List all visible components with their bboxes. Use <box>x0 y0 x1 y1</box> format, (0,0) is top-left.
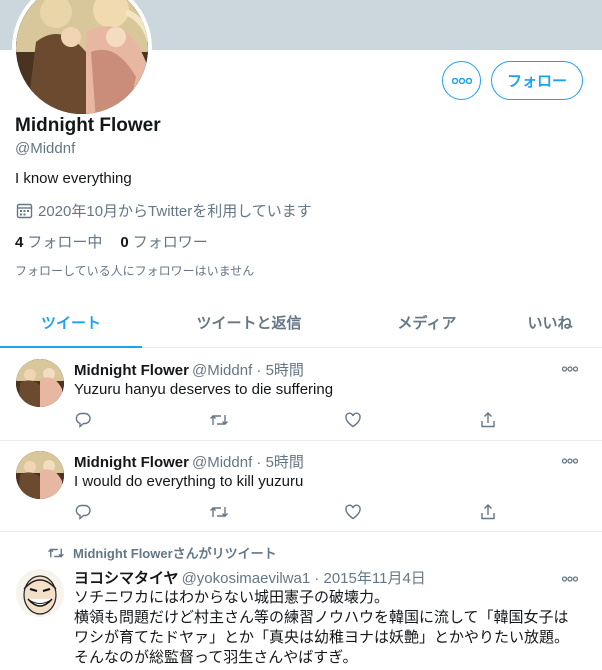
tweet-more-button[interactable] <box>561 359 579 377</box>
tweet-text-line: ソチニワカにはわからない城田憲子の破壊力。 <box>74 589 390 606</box>
tab-tweets-and-replies[interactable]: ツイートと返信 <box>142 298 356 347</box>
tweet-text-line: ワシが育てたドヤァ」とか「真央は幼稚ヨナは妖艶」とかやりたい放題。 <box>74 629 570 646</box>
tweet-meta[interactable]: @yokosimaevilwa1 · 2015年11月4日 <box>182 570 426 587</box>
tweet-more-button[interactable] <box>561 451 579 469</box>
tweet-author-name[interactable]: Midnight Flower <box>74 454 189 471</box>
tweet-author-name[interactable]: Midnight Flower <box>74 362 189 379</box>
like-button[interactable] <box>344 503 479 521</box>
joined-text: 2020年10月からTwitterを利用しています <box>38 203 312 220</box>
more-dots-icon <box>451 77 472 84</box>
tweet-text: ソチニワカにはわからない城田憲子の破壊力。 横領も問題だけど村主さん等の練習ノウ… <box>74 588 584 668</box>
profile-joined: 2020年10月からTwitterを利用しています <box>16 200 312 221</box>
tweet-item[interactable]: Midnight Flower @Middnf · 5時間 Yuzuru hany… <box>0 349 602 441</box>
tab-media[interactable]: メディア <box>356 298 498 347</box>
tweet-header: Midnight Flower @Middnf · 5時間 <box>74 451 304 472</box>
retweet-button[interactable] <box>209 411 344 429</box>
avatar-artwork <box>16 0 148 114</box>
profile-stats: 4 フォロー中 0 フォロワー <box>15 231 208 252</box>
followers-note: フォローしている人にフォロワーはいません <box>15 264 255 278</box>
reply-button[interactable] <box>74 503 209 521</box>
more-dots-icon <box>561 576 579 582</box>
retweet-button[interactable] <box>209 503 344 521</box>
following-label: フォロー中 <box>27 234 103 251</box>
following-count: 4 <box>15 234 24 251</box>
avatar-artwork <box>16 451 64 499</box>
profile-bio: I know everything <box>15 170 132 187</box>
tweet-actions <box>74 503 602 521</box>
followers-label: フォロワー <box>132 234 208 251</box>
retweet-icon <box>48 548 64 557</box>
profile-handle: @Middnf <box>15 140 76 157</box>
tweet-text: I would do everything to kill yuzuru <box>74 473 304 490</box>
more-dots-icon <box>561 366 579 372</box>
more-options-button[interactable] <box>442 61 481 100</box>
tweet-meta[interactable]: @Middnf · 5時間 <box>192 454 304 471</box>
heart-icon <box>345 412 361 428</box>
retweet-label: Midnight Flowerさんがリツイート <box>73 546 277 561</box>
retweet-indicator[interactable]: Midnight Flowerさんがリツイート <box>47 543 277 562</box>
calendar-icon <box>16 203 33 219</box>
following-link[interactable]: 4 フォロー中 <box>15 231 102 252</box>
share-button[interactable] <box>479 411 602 429</box>
retweet-icon <box>210 507 228 517</box>
followers-link[interactable]: 0 フォロワー <box>120 231 207 252</box>
retweet-icon <box>210 415 228 425</box>
share-button[interactable] <box>479 503 602 521</box>
like-button[interactable] <box>344 411 479 429</box>
share-icon <box>481 504 495 520</box>
reply-icon <box>75 504 91 521</box>
profile-name: Midnight Flower <box>15 115 161 136</box>
share-icon <box>481 412 495 428</box>
tweet-header: ヨコシマタイヤ @yokosimaevilwa1 · 2015年11月4日 <box>74 567 426 588</box>
reply-button[interactable] <box>74 411 209 429</box>
tab-likes[interactable]: いいね <box>498 298 602 347</box>
tweet-item[interactable]: Midnight Flower @Middnf · 5時間 I would do … <box>0 441 602 532</box>
tweet-avatar[interactable] <box>16 569 64 617</box>
profile-avatar[interactable] <box>12 0 152 118</box>
more-dots-icon <box>561 458 579 464</box>
followers-count: 0 <box>120 234 129 251</box>
tweet-header: Midnight Flower @Middnf · 5時間 <box>74 359 304 380</box>
tweet-text: Yuzuru hanyu deserves to die suffering <box>74 381 334 398</box>
heart-icon <box>345 504 361 520</box>
tweet-text-line: 横領も問題だけど村主さん等の練習ノウハウを韓国に流して「韓国女子は <box>74 609 569 626</box>
tweet-meta[interactable]: @Middnf · 5時間 <box>192 362 304 379</box>
tweet-avatar[interactable] <box>16 451 64 499</box>
avatar-artwork <box>16 359 64 407</box>
tweet-actions <box>74 411 602 429</box>
tab-tweets[interactable]: ツイート <box>0 298 142 348</box>
tweet-more-button[interactable] <box>561 569 579 587</box>
reply-icon <box>75 412 91 429</box>
avatar-artwork <box>16 569 64 617</box>
tweet-avatar[interactable] <box>16 359 64 407</box>
tweet-author-name[interactable]: ヨコシマタイヤ <box>74 570 179 587</box>
profile-tabs: ツイート ツイートと返信 メディア いいね <box>0 298 602 348</box>
tweet-item[interactable]: ヨコシマタイヤ @yokosimaevilwa1 · 2015年11月4日 ソチニ… <box>0 563 602 670</box>
follow-button[interactable]: フォロー <box>491 61 583 100</box>
tweet-text-line: そんなのが総監督って羽生さんやばすぎ。 <box>74 649 358 666</box>
